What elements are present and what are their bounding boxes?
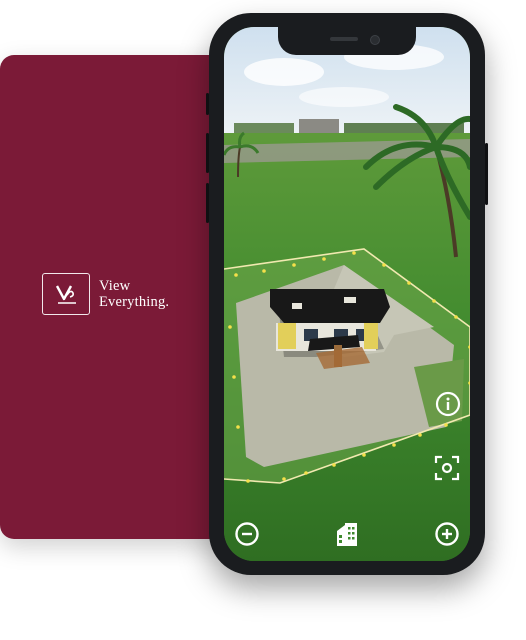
front-camera [370, 35, 380, 45]
info-icon [435, 391, 461, 417]
logo-line-2: Everything. [99, 294, 170, 310]
minus-circle-icon [235, 522, 259, 546]
phone-power-button [485, 143, 488, 205]
phone-volume-down [206, 183, 209, 223]
app-logo: View Everything. [42, 273, 169, 315]
phone-notch [278, 27, 416, 55]
recenter-button[interactable] [432, 453, 462, 483]
logo-wordmark: View Everything. [99, 278, 169, 310]
building-icon [337, 523, 357, 546]
logo-line-1: View [99, 278, 131, 294]
phone-volume-up [206, 133, 209, 173]
phone-mockup [206, 13, 488, 575]
ar-camera-view[interactable] [224, 27, 470, 561]
logo-mark [42, 273, 90, 315]
building-button[interactable] [332, 519, 362, 549]
zoom-in-button[interactable] [432, 519, 462, 549]
earpiece-speaker [330, 37, 358, 41]
zoom-out-button[interactable] [232, 519, 262, 549]
phone-mute-switch [206, 93, 209, 115]
plus-circle-icon [435, 522, 459, 546]
distant-building [299, 119, 339, 133]
logo-v-icon [55, 285, 76, 304]
info-button[interactable] [433, 389, 463, 419]
focus-scan-icon [434, 455, 460, 481]
